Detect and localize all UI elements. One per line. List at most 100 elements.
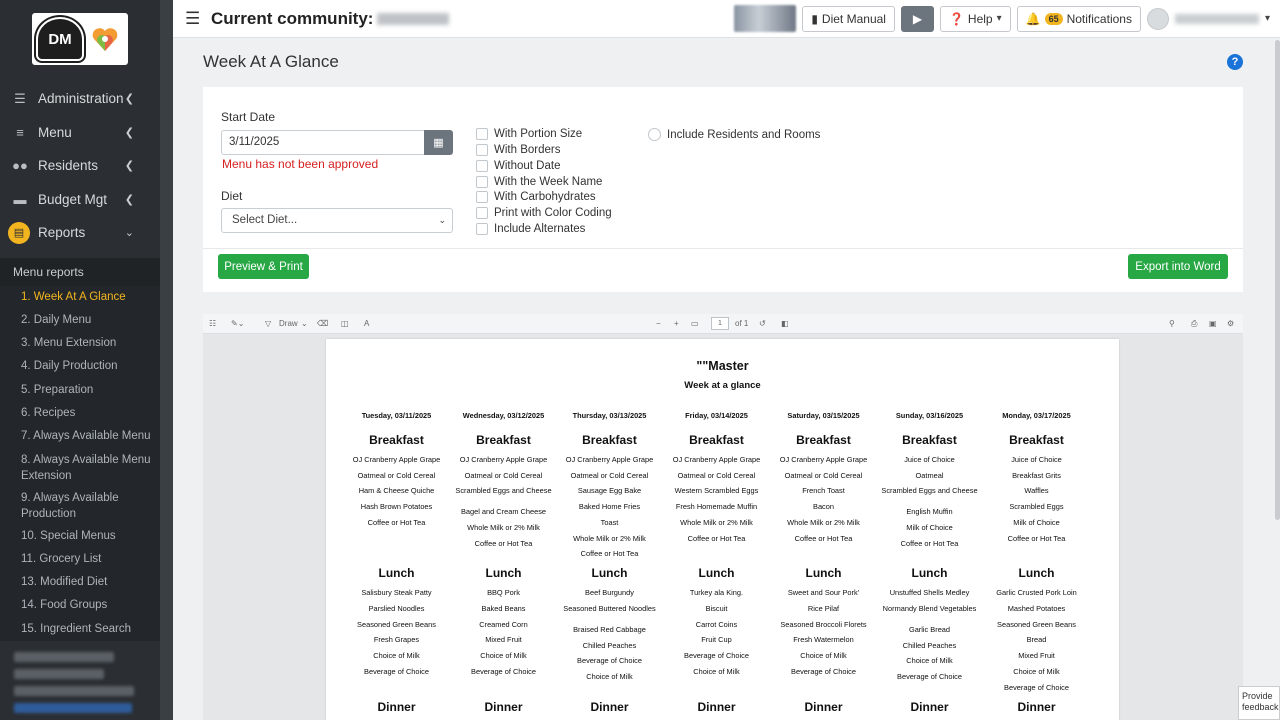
document-title: ""Master bbox=[696, 359, 749, 373]
community-name[interactable] bbox=[377, 12, 450, 25]
hamburger-icon[interactable]: ☰ bbox=[185, 9, 200, 29]
checkbox[interactable] bbox=[476, 191, 488, 203]
menu-item: Choice of Milk bbox=[693, 667, 740, 676]
pdf-page: ""Master Week at a glance Tuesday, 03/11… bbox=[326, 339, 1119, 720]
meal-heading-lunch: Lunch bbox=[378, 566, 415, 580]
zoom-out-icon[interactable]: − bbox=[656, 319, 661, 328]
report-always-available-production[interactable]: 9. Always Available Production bbox=[0, 487, 160, 525]
dm-logo-mark: DM bbox=[36, 17, 84, 61]
bookmark-icon: ▮ bbox=[811, 11, 818, 26]
notifications-button[interactable]: 🔔 65 Notifications bbox=[1016, 5, 1141, 32]
user-name[interactable] bbox=[1174, 13, 1259, 24]
menu-item: Whole Milk or 2% Milk bbox=[680, 517, 753, 527]
start-date-input[interactable]: 3/11/2025 bbox=[221, 130, 425, 155]
nav-menu[interactable]: ≡ Menu ❮ bbox=[0, 116, 160, 150]
avatar[interactable] bbox=[1146, 7, 1169, 30]
day-header: Sunday, 03/16/2025 bbox=[895, 411, 964, 420]
menu-item: Rice Pilaf bbox=[807, 603, 840, 613]
rotate-icon[interactable]: ↺ bbox=[759, 319, 766, 328]
text-icon[interactable]: A bbox=[364, 319, 369, 328]
main-scrollbar[interactable] bbox=[1275, 40, 1280, 520]
two-page-icon[interactable]: ◧ bbox=[781, 319, 789, 328]
nav-reports[interactable]: ▤ Reports ⌄ bbox=[0, 216, 160, 250]
radio-button[interactable] bbox=[648, 128, 661, 141]
menu-item: Garlic Bread bbox=[908, 624, 951, 634]
option-without-date[interactable]: Without Date bbox=[476, 160, 560, 172]
error-message: Menu has not been approved bbox=[222, 157, 379, 171]
search-icon[interactable]: ⚲ bbox=[1169, 319, 1175, 328]
outline-icon[interactable]: ☷ bbox=[209, 319, 216, 328]
option-portion-size[interactable]: With Portion Size bbox=[476, 128, 582, 140]
highlight-icon[interactable]: ✎⌄ bbox=[231, 319, 244, 328]
nav-residents[interactable]: ●● Residents ❮ bbox=[0, 149, 160, 183]
fit-page-icon[interactable]: ▭ bbox=[691, 319, 699, 328]
report-modified-diet[interactable]: 13. Modified Diet bbox=[0, 571, 160, 594]
chevron-left-icon: ❮ bbox=[124, 193, 134, 206]
menu-item: OJ Cranberry Apple Grape bbox=[672, 455, 761, 464]
report-daily-menu[interactable]: 2. Daily Menu bbox=[0, 309, 160, 332]
option-alternates[interactable]: Include Alternates bbox=[476, 223, 585, 235]
day-header: Saturday, 03/15/2025 bbox=[787, 411, 860, 420]
meal-heading-dinner: Dinner bbox=[1017, 700, 1056, 714]
draw-label[interactable]: Draw bbox=[279, 319, 298, 328]
option-borders[interactable]: With Borders bbox=[476, 144, 560, 156]
checkbox[interactable] bbox=[476, 160, 488, 172]
checkbox[interactable] bbox=[476, 144, 488, 156]
gear-icon[interactable]: ⚙ bbox=[1227, 319, 1234, 328]
nav-budget-mgt[interactable]: ▬ Budget Mgt ❮ bbox=[0, 183, 160, 217]
save-icon[interactable]: ▣ bbox=[1209, 319, 1217, 328]
report-food-groups[interactable]: 14. Food Groups bbox=[0, 594, 160, 617]
draw-icon[interactable]: ▽ bbox=[265, 319, 271, 328]
day-header: Tuesday, 03/11/2025 bbox=[361, 411, 432, 420]
meal-heading-breakfast: Breakfast bbox=[476, 433, 531, 447]
menu-item: Choice of Milk bbox=[800, 651, 847, 661]
export-word-button[interactable]: Export into Word bbox=[1128, 254, 1228, 279]
checkbox[interactable] bbox=[476, 223, 488, 235]
report-menu-extension[interactable]: 3. Menu Extension bbox=[0, 332, 160, 355]
print-icon[interactable]: ⎙ bbox=[1191, 319, 1197, 329]
report-always-available-menu-extension[interactable]: 8. Always Available Menu Extension bbox=[0, 449, 160, 487]
community-thumbnail[interactable] bbox=[734, 5, 797, 32]
checkbox[interactable] bbox=[476, 128, 488, 140]
option-week-name[interactable]: With the Week Name bbox=[476, 176, 602, 188]
checkbox[interactable] bbox=[476, 176, 488, 188]
calendar-button[interactable]: ▦ bbox=[424, 130, 453, 155]
menu-item: Beverage of Choice bbox=[791, 667, 856, 676]
app-logo[interactable]: DM bbox=[32, 13, 128, 65]
report-grocery-list[interactable]: 11. Grocery List bbox=[0, 548, 160, 571]
sidebar-scrollbar[interactable] bbox=[160, 0, 173, 720]
help-button[interactable]: ❓ Help ▾ bbox=[939, 5, 1011, 32]
play-button[interactable]: ▶ bbox=[900, 5, 934, 32]
menu-item: Salisbury Steak Patty bbox=[361, 588, 432, 597]
preview-print-button[interactable]: Preview & Print bbox=[218, 254, 309, 279]
page-title: Week At A Glance bbox=[203, 52, 339, 71]
menu-item: Breakfast Grits bbox=[1012, 470, 1061, 480]
option-carbohydrates[interactable]: With Carbohydrates bbox=[476, 191, 596, 203]
option-residents-rooms[interactable]: Include Residents and Rooms bbox=[648, 128, 820, 141]
report-week-at-a-glance[interactable]: 1. Week At A Glance bbox=[0, 286, 160, 309]
menu-item: OJ Cranberry Apple Grape bbox=[779, 455, 868, 464]
menu-item: Coffee or Hot Tea bbox=[474, 538, 533, 548]
report-recipes[interactable]: 6. Recipes bbox=[0, 402, 160, 425]
report-ingredient-search[interactable]: 15. Ingredient Search bbox=[0, 618, 160, 641]
report-preparation[interactable]: 5. Preparation bbox=[0, 379, 160, 402]
checkbox[interactable] bbox=[476, 207, 488, 219]
eraser-icon[interactable]: ⌫ bbox=[317, 319, 328, 328]
layout-icon[interactable]: ◫ bbox=[341, 319, 349, 328]
menu-item: Baked Beans bbox=[481, 603, 526, 613]
caret-down-icon[interactable]: ▾ bbox=[1265, 13, 1270, 24]
chevron-left-icon: ❮ bbox=[124, 160, 134, 173]
menu-item: Seasoned Buttered Noodles bbox=[563, 603, 656, 613]
chevron-down-icon[interactable]: ⌄ bbox=[301, 319, 308, 328]
help-circle-icon[interactable]: ? bbox=[1227, 54, 1243, 70]
nav-administration[interactable]: ☰ Administration ❮ bbox=[0, 82, 160, 116]
zoom-in-icon[interactable]: + bbox=[674, 319, 679, 328]
feedback-button[interactable]: Provide feedback bbox=[1238, 686, 1280, 720]
report-special-menus[interactable]: 10. Special Menus bbox=[0, 525, 160, 548]
diet-manual-button[interactable]: ▮ Diet Manual bbox=[802, 5, 895, 32]
option-color-coding[interactable]: Print with Color Coding bbox=[476, 207, 612, 219]
diet-select[interactable]: Select Diet... ⌄ bbox=[221, 208, 453, 233]
page-number-input[interactable]: 1 bbox=[711, 317, 729, 330]
report-daily-production[interactable]: 4. Daily Production bbox=[0, 355, 160, 378]
report-always-available-menu[interactable]: 7. Always Available Menu bbox=[0, 425, 160, 448]
